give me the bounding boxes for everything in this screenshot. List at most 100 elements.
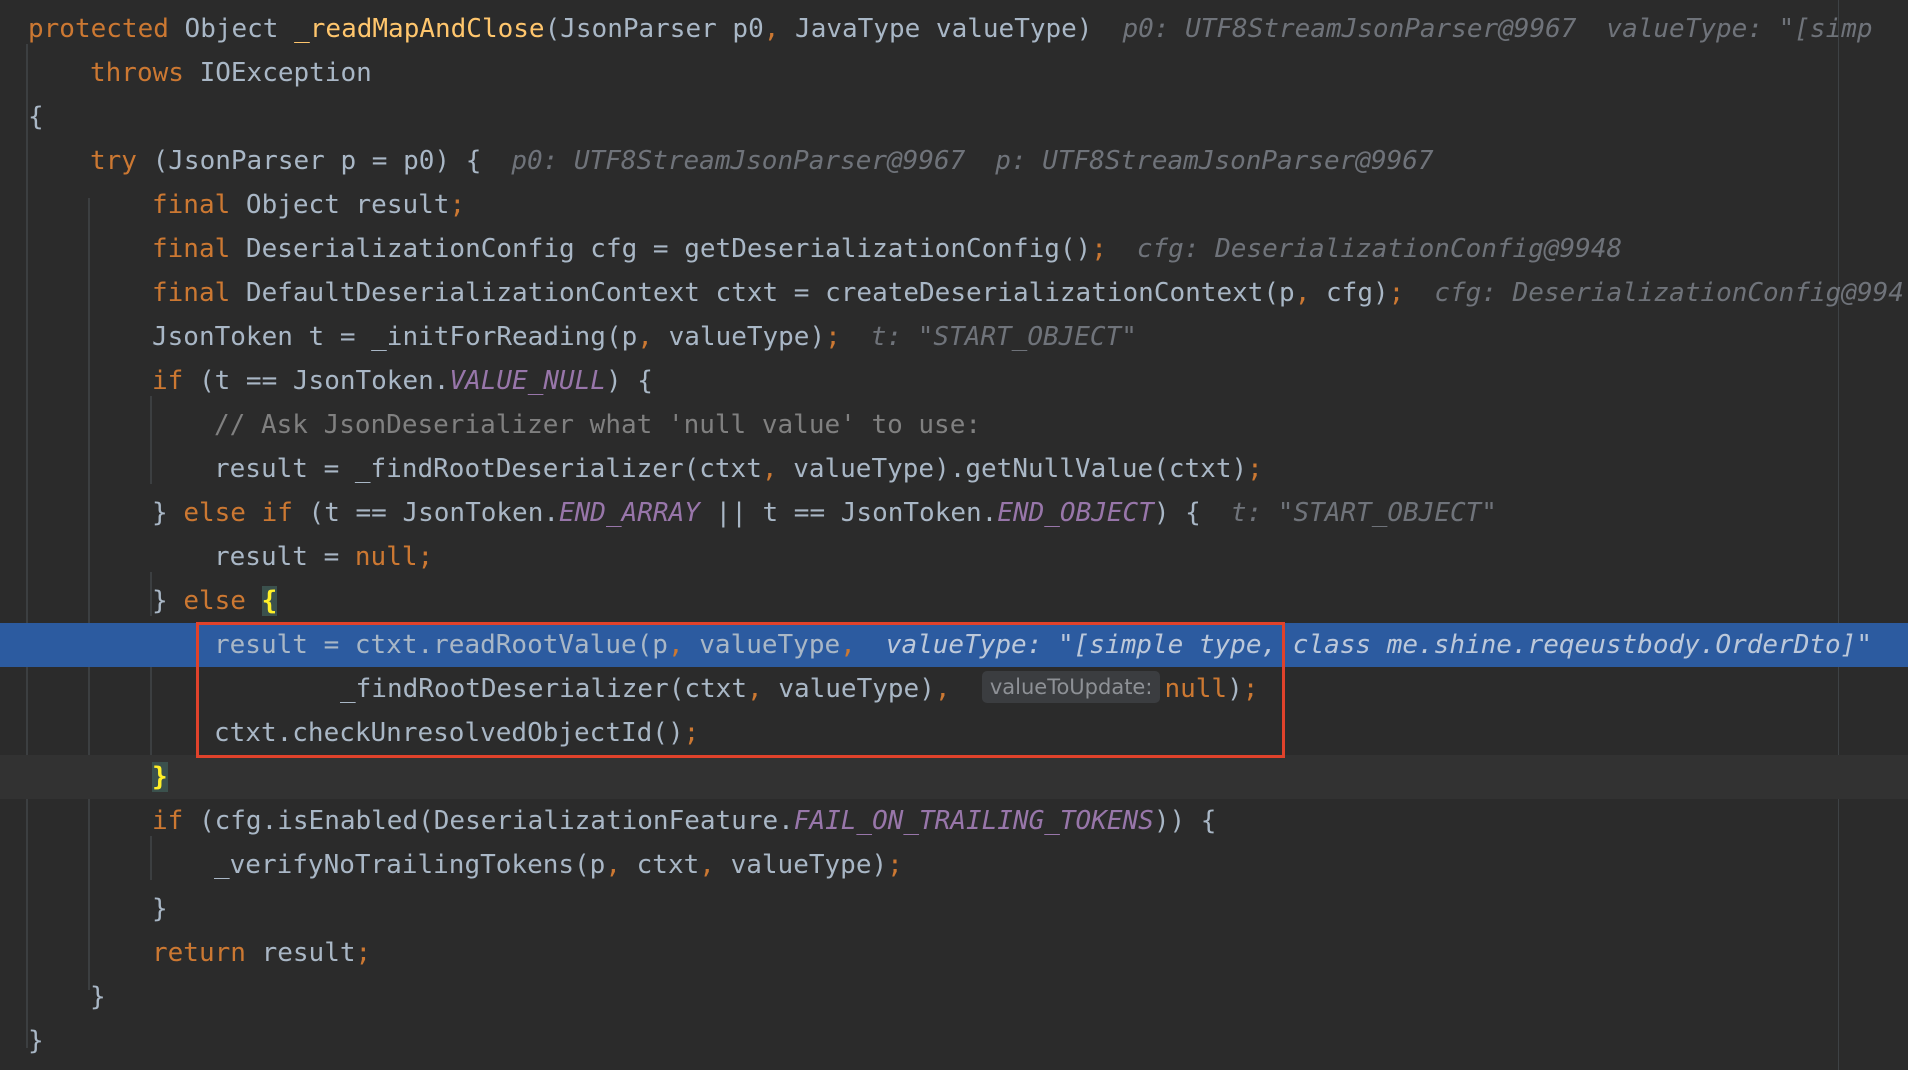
code-text: IOException — [183, 58, 372, 88]
code-text: result — [245, 938, 356, 968]
code-line-9[interactable]: if (t == JsonToken.VALUE_NULL) { — [0, 359, 1908, 403]
code-comment: // Ask JsonDeserializer what 'null value… — [214, 410, 982, 440]
debug-value-hint: cfg: DeserializationConfig@994 — [1434, 278, 1904, 308]
code-text: ) — [1227, 674, 1243, 704]
code-text: valueType — [699, 630, 841, 660]
debug-value-hint: p: UTF8StreamJsonParser@9967 — [995, 146, 1434, 176]
method-name: _readMapAndClose — [294, 14, 545, 44]
punctuation: ; — [825, 322, 841, 352]
keyword: else if — [183, 498, 293, 528]
keyword: protected — [28, 14, 169, 44]
static-constant: VALUE_NULL — [449, 366, 606, 396]
code-text: )) { — [1153, 806, 1217, 836]
punctuation: , — [840, 630, 856, 660]
code-line-2[interactable]: throws IOException — [0, 51, 1908, 95]
punctuation: ; — [355, 938, 372, 968]
code-text: Object — [168, 14, 295, 44]
code-line-16[interactable]: _findRootDeserializer(ctxt, valueType), … — [0, 667, 1908, 711]
code-text: valueType) — [778, 674, 935, 704]
code-line-20[interactable]: _verifyNoTrailingTokens(p, ctxt, valueTy… — [0, 843, 1908, 887]
code-text: } — [28, 1026, 44, 1056]
punctuation: ; — [1247, 454, 1263, 484]
code-text: } — [152, 586, 184, 616]
code-text: _findRootDeserializer(ctxt — [340, 674, 747, 704]
code-text: ctxt — [636, 850, 700, 880]
code-line-23[interactable]: } — [0, 975, 1908, 1019]
keyword: else — [183, 586, 246, 616]
punctuation: , — [1294, 278, 1327, 308]
code-line-24[interactable]: } — [0, 1019, 1908, 1063]
code-text: valueType).getNullValue(ctxt) — [793, 454, 1248, 484]
code-text: ) { — [1153, 498, 1201, 528]
punctuation: , — [934, 674, 967, 704]
punctuation: ; — [1242, 674, 1259, 704]
debug-value-hint: valueType: "[simp — [1606, 14, 1873, 44]
keyword: null — [354, 542, 418, 572]
punctuation: ; — [1091, 234, 1107, 264]
matched-brace: } — [152, 762, 168, 792]
static-constant: END_OBJECT — [997, 498, 1154, 528]
code-line-21[interactable]: } — [0, 887, 1908, 931]
punctuation: ; — [449, 190, 466, 220]
debug-value-hint: valueType: "[simple type, class me.shine… — [885, 630, 1872, 660]
code-text: || t == JsonToken. — [699, 498, 998, 528]
debug-value-hint: cfg: DeserializationConfig@9948 — [1136, 234, 1623, 264]
code-line-17[interactable]: ctxt.checkUnresolvedObjectId(); — [0, 711, 1908, 755]
code-text: (t == JsonToken. — [292, 498, 559, 528]
static-constant: END_ARRAY — [559, 498, 700, 528]
punctuation: ; — [1388, 278, 1405, 308]
keyword: throws — [90, 58, 184, 88]
execution-point-line[interactable]: result = ctxt.readRootValue(p, valueType… — [0, 623, 1908, 667]
code-text: JsonToken t = _initForReading(p — [152, 322, 638, 352]
punctuation: ; — [417, 542, 434, 572]
keyword: final — [152, 234, 231, 264]
keyword: null — [1164, 674, 1228, 704]
code-line-22[interactable]: return result; — [0, 931, 1908, 975]
debug-value-hint: t: "START_OBJECT" — [1230, 498, 1497, 528]
keyword: final — [152, 278, 231, 308]
code-editor[interactable]: protected Object _readMapAndClose(JsonPa… — [0, 0, 1908, 1070]
code-text: result = — [214, 542, 355, 572]
keyword: final — [152, 190, 231, 220]
code-line-6[interactable]: final DeserializationConfig cfg = getDes… — [0, 227, 1908, 271]
code-text: valueType) — [668, 322, 826, 352]
punctuation: , — [747, 674, 779, 704]
code-line-14[interactable]: } else { — [0, 579, 1908, 623]
code-line-13[interactable]: result = null; — [0, 535, 1908, 579]
keyword: try — [90, 146, 137, 176]
debug-value-hint: p0: UTF8StreamJsonParser@9967 — [1122, 14, 1577, 44]
punctuation: , — [637, 322, 669, 352]
punctuation: , — [605, 850, 637, 880]
code-text: ) { — [605, 366, 653, 396]
code-text: DeserializationConfig cfg = getDeseriali… — [230, 234, 1092, 264]
punctuation: ; — [887, 850, 903, 880]
code-text: cfg) — [1326, 278, 1389, 308]
code-line-4[interactable]: try (JsonParser p = p0) {p0: UTF8StreamJ… — [0, 139, 1908, 183]
punctuation: , — [667, 630, 700, 660]
code-text: (cfg.isEnabled(DeserializationFeature. — [183, 806, 794, 836]
keyword: if — [152, 366, 184, 396]
matched-brace: { — [261, 586, 278, 616]
code-text: } — [152, 498, 184, 528]
code-text: (JsonParser p = p0) { — [136, 146, 482, 176]
punctuation: , — [763, 14, 796, 44]
code-text: { — [28, 102, 44, 132]
code-line-19[interactable]: if (cfg.isEnabled(DeserializationFeature… — [0, 799, 1908, 843]
code-text: JavaType valueType) — [795, 14, 1093, 44]
code-line-11[interactable]: result = _findRootDeserializer(ctxt, val… — [0, 447, 1908, 491]
code-line-10[interactable]: // Ask JsonDeserializer what 'null value… — [0, 403, 1908, 447]
code-text: Object result — [230, 190, 450, 220]
code-line-5[interactable]: final Object result; — [0, 183, 1908, 227]
caret-line[interactable]: } — [0, 755, 1908, 799]
parameter-name-inlay: valueToUpdate: — [981, 671, 1161, 703]
code-line-7[interactable]: final DefaultDeserializationContext ctxt… — [0, 271, 1908, 315]
code-line-1[interactable]: protected Object _readMapAndClose(JsonPa… — [0, 7, 1908, 51]
code-line-3[interactable]: { — [0, 95, 1908, 139]
code-text: ctxt.checkUnresolvedObjectId() — [214, 718, 684, 748]
code-text: } — [152, 894, 168, 924]
static-constant: FAIL_ON_TRAILING_TOKENS — [793, 806, 1154, 836]
code-line-8[interactable]: JsonToken t = _initForReading(p, valueTy… — [0, 315, 1908, 359]
code-line-12[interactable]: } else if (t == JsonToken.END_ARRAY || t… — [0, 491, 1908, 535]
punctuation: ; — [683, 718, 700, 748]
code-text: (JsonParser p0 — [544, 14, 764, 44]
